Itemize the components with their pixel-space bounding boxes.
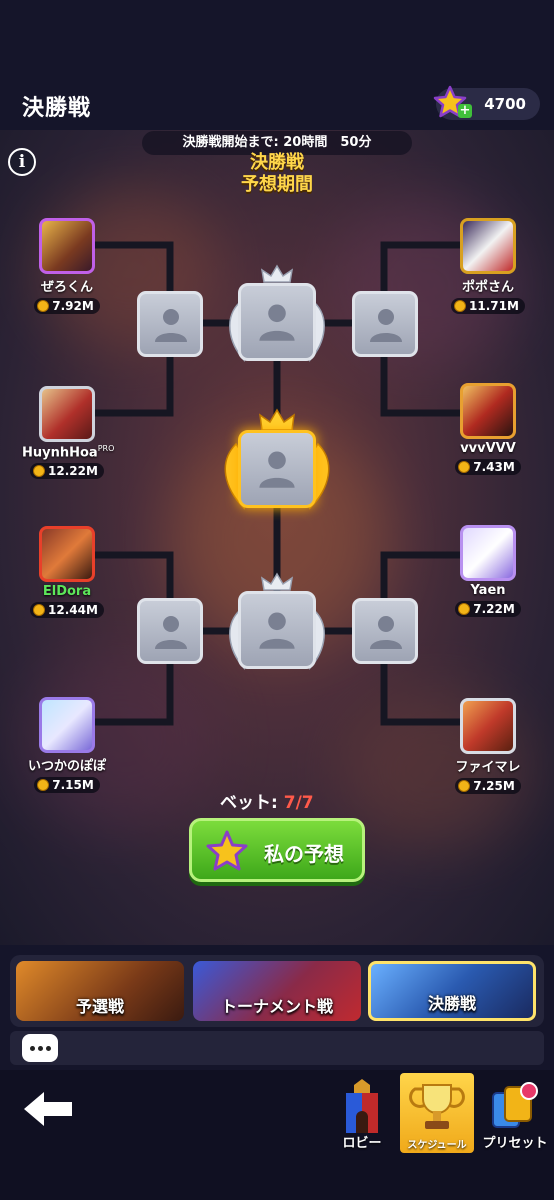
coin-icon (37, 779, 50, 791)
player-score-value: 12.22M (48, 464, 98, 479)
player-score: 7.15M (34, 777, 100, 793)
star-icon (206, 830, 248, 871)
coin-icon (454, 300, 467, 312)
player-score: 12.44M (30, 602, 104, 618)
player-score: 11.71M (451, 298, 525, 314)
bracket-slot[interactable] (352, 291, 418, 357)
nav-schedule[interactable]: スケジュール (400, 1073, 474, 1153)
stage-tabs: 予選戦 トーナメント戦 決勝戦 (10, 955, 544, 1027)
player-score-value: 12.44M (48, 603, 98, 617)
bracket-slot[interactable] (137, 598, 203, 664)
chat-icon[interactable] (22, 1034, 58, 1062)
bracket-slot-semifinal[interactable] (238, 283, 316, 361)
player-card[interactable]: いつかのぽぽ 7.15M (22, 697, 112, 793)
tab-label: 決勝戦 (427, 994, 476, 1013)
player-score-value: 7.22M (473, 602, 515, 616)
avatar (460, 525, 516, 581)
player-name: ぜろくん (40, 280, 93, 295)
avatar (460, 383, 516, 439)
person-placeholder-icon (370, 309, 402, 342)
player-card[interactable]: ElDora 12.44M (22, 526, 112, 618)
player-name: ファイマレ (455, 760, 521, 775)
player-card[interactable]: Yaen 7.22M (443, 525, 533, 617)
avatar (39, 218, 95, 274)
person-placeholder-icon (155, 616, 187, 649)
bet-label: ベット: (220, 793, 278, 813)
back-arrow-icon[interactable] (20, 1088, 76, 1130)
bracket-slot[interactable] (352, 598, 418, 664)
coin-icon (458, 461, 471, 473)
tab-label: 予選戦 (75, 997, 124, 1016)
person-placeholder-icon (259, 304, 295, 341)
coin-icon (33, 604, 46, 616)
coin-icon (33, 465, 46, 478)
chat-bar[interactable] (10, 1031, 544, 1065)
coin-icon (37, 300, 50, 312)
player-name: vvvVVV (460, 441, 516, 456)
nav-label: ロビー (342, 1136, 382, 1151)
tab-tournament[interactable]: トーナメント戦 (193, 961, 361, 1021)
player-score-value: 11.71M (469, 299, 519, 313)
nav-lobby[interactable]: ロビー (325, 1073, 399, 1153)
champion-slot[interactable] (238, 430, 316, 508)
player-card[interactable]: vvvVVV 7.43M (443, 383, 533, 475)
tab-final[interactable]: 決勝戦 (368, 961, 536, 1021)
preset-icon (492, 1082, 538, 1128)
my-prediction-label: 私の予想 (264, 842, 344, 866)
player-name: Yaen (470, 583, 506, 598)
player-card[interactable]: HuynhHoaPRO 12.22M (22, 386, 115, 480)
player-score: 7.92M (34, 298, 100, 314)
player-card[interactable]: ポポさん 11.71M (443, 218, 533, 314)
bottom-panel: 予選戦 トーナメント戦 決勝戦 ロビー スケジュール プリセット (0, 945, 554, 1200)
pro-badge: PRO (97, 444, 115, 453)
player-card[interactable]: ファイマレ 7.25M (443, 698, 533, 794)
player-card[interactable]: ぜろくん 7.92M (22, 218, 112, 314)
player-name: HuynhHoaPRO (22, 444, 115, 461)
player-score-value: 7.92M (52, 299, 94, 313)
person-placeholder-icon (259, 451, 295, 488)
bracket-slot-semifinal[interactable] (238, 591, 316, 669)
player-score-value: 7.15M (52, 778, 94, 792)
player-name-text: HuynhHoa (22, 445, 98, 461)
player-name: いつかのぽぽ (27, 759, 106, 774)
castle-icon (346, 1079, 378, 1133)
coin-icon (458, 603, 471, 615)
person-placeholder-icon (259, 612, 295, 649)
nav-label: プリセット (482, 1136, 548, 1151)
tab-label: トーナメント戦 (220, 997, 333, 1016)
player-name: ポポさん (461, 280, 514, 295)
bracket-slot[interactable] (137, 291, 203, 357)
my-prediction-button[interactable]: 私の予想 (189, 818, 365, 882)
player-name: ElDora (42, 584, 92, 599)
nav-label: スケジュール (407, 1140, 467, 1151)
player-score: 7.43M (455, 459, 521, 475)
nav-preset[interactable]: プリセット (478, 1073, 552, 1153)
tab-qualifier[interactable]: 予選戦 (16, 961, 184, 1021)
avatar (39, 697, 95, 753)
player-score: 12.22M (30, 463, 104, 480)
avatar (460, 218, 516, 274)
trophy-icon (409, 1084, 465, 1129)
player-score: 7.25M (455, 778, 521, 794)
avatar (39, 526, 95, 582)
coin-icon (458, 780, 471, 792)
avatar (460, 698, 516, 754)
person-placeholder-icon (155, 309, 187, 342)
player-score-value: 7.25M (473, 779, 515, 793)
player-score-value: 7.43M (473, 460, 515, 474)
person-placeholder-icon (370, 616, 402, 649)
bet-counter: ベット: 7/7 (220, 788, 314, 813)
bet-value: 7/7 (283, 793, 314, 813)
player-score: 7.22M (455, 601, 521, 617)
avatar (39, 386, 95, 442)
